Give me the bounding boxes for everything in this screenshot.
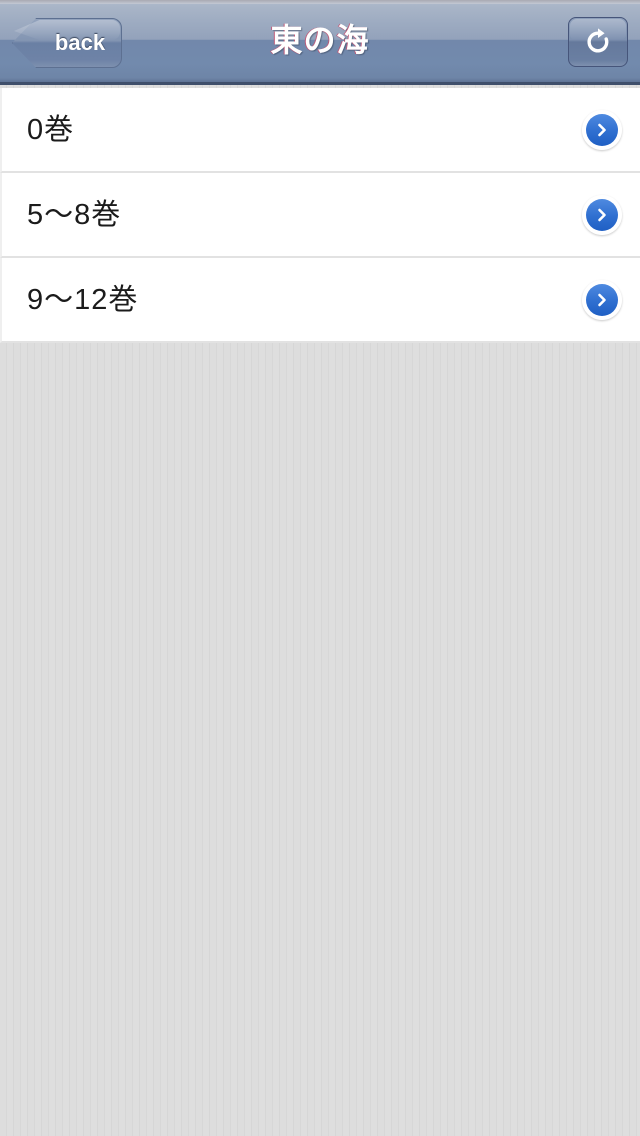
refresh-button[interactable] bbox=[568, 17, 628, 67]
list-item-label: 5〜8巻 bbox=[27, 199, 122, 231]
app-screen: back 東の海 0巻 5〜8巻 9〜12巻 bbox=[0, 0, 640, 1136]
disclosure-circle bbox=[586, 283, 618, 316]
list-item[interactable]: 9〜12巻 bbox=[0, 258, 640, 343]
navigation-bar: back 東の海 bbox=[0, 0, 640, 85]
page-title: 東の海 bbox=[270, 22, 370, 58]
refresh-icon bbox=[569, 18, 627, 66]
list-item[interactable]: 0巻 bbox=[0, 88, 640, 173]
volume-list: 0巻 5〜8巻 9〜12巻 bbox=[0, 88, 640, 343]
list-item[interactable]: 5〜8巻 bbox=[0, 173, 640, 258]
chevron-right-circle-icon[interactable] bbox=[582, 279, 622, 320]
disclosure-circle bbox=[586, 113, 618, 146]
list-item-label: 0巻 bbox=[27, 114, 75, 146]
list-item-label: 9〜12巻 bbox=[27, 284, 139, 316]
chevron-right-circle-icon[interactable] bbox=[582, 194, 622, 235]
chevron-right-circle-icon[interactable] bbox=[582, 109, 622, 150]
disclosure-circle bbox=[586, 198, 618, 231]
